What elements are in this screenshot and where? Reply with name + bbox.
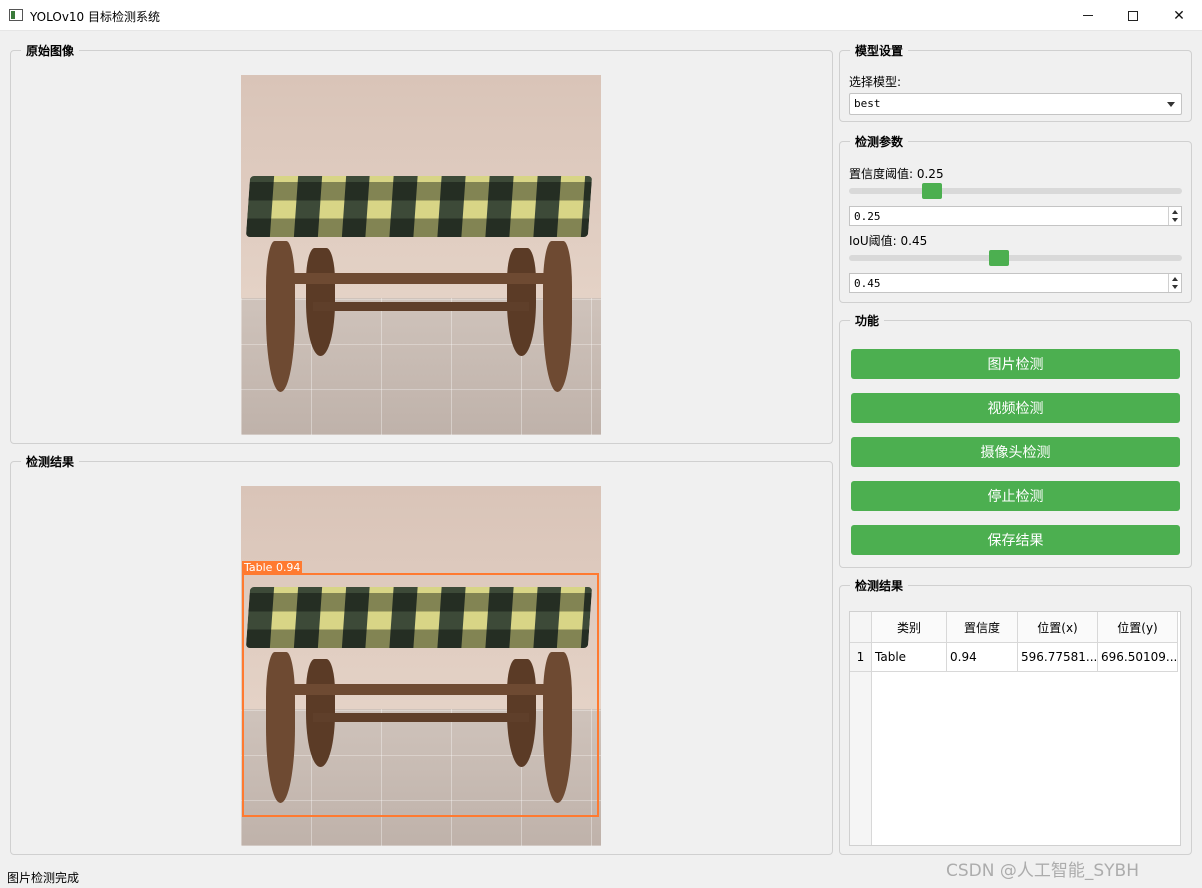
chevron-down-icon bbox=[1167, 102, 1175, 107]
results-title: 检测结果 bbox=[850, 577, 909, 594]
minimize-icon bbox=[1083, 15, 1093, 16]
maximize-button[interactable] bbox=[1110, 0, 1156, 31]
status-text: 图片检测完成 bbox=[7, 871, 80, 885]
table-cell-y[interactable]: 696.50109... bbox=[1098, 643, 1178, 672]
arrow-down-icon bbox=[1172, 285, 1178, 289]
confidence-label: 置信度阈值: 0.25 bbox=[849, 167, 944, 181]
watermark: CSDN @人工智能_SYBH bbox=[946, 861, 1139, 881]
result-image-title: 检测结果 bbox=[21, 453, 80, 470]
model-select-value: best bbox=[854, 97, 881, 110]
table-corner[interactable] bbox=[850, 612, 872, 643]
detect-params-title: 检测参数 bbox=[850, 133, 909, 150]
iou-value: 0.45 bbox=[854, 277, 881, 290]
iou-slider-handle[interactable] bbox=[988, 250, 1009, 266]
confidence-spinbox[interactable]: 0.25 bbox=[849, 206, 1182, 226]
model-settings-title: 模型设置 bbox=[850, 42, 909, 59]
iou-spinbox[interactable]: 0.45 bbox=[849, 273, 1182, 293]
original-image bbox=[241, 75, 601, 435]
table-cell-x[interactable]: 596.77581... bbox=[1018, 643, 1098, 672]
confidence-slider-handle[interactable] bbox=[922, 183, 943, 199]
result-image: Table 0.94 bbox=[241, 486, 601, 846]
arrow-down-icon bbox=[1172, 218, 1178, 222]
row-number[interactable]: 1 bbox=[850, 643, 872, 672]
original-image-title: 原始图像 bbox=[21, 42, 80, 59]
window-title: YOLOv10 目标检测系统 bbox=[30, 10, 161, 24]
app-icon bbox=[9, 9, 23, 21]
detection-box bbox=[242, 573, 599, 817]
close-icon: ✕ bbox=[1173, 7, 1185, 24]
arrow-up-icon bbox=[1172, 210, 1178, 214]
iou-stepper[interactable] bbox=[1168, 274, 1181, 292]
model-select[interactable]: best bbox=[849, 93, 1182, 115]
image-detect-button[interactable]: 图片检测 bbox=[851, 349, 1180, 379]
column-header-y[interactable]: 位置(y) bbox=[1098, 612, 1178, 643]
stop-detect-button[interactable]: 停止检测 bbox=[851, 481, 1180, 511]
functions-title: 功能 bbox=[850, 312, 885, 329]
table-cell-class[interactable]: Table bbox=[872, 643, 947, 672]
detection-label: Table 0.94 bbox=[242, 561, 303, 574]
model-select-label: 选择模型: bbox=[849, 75, 902, 89]
confidence-stepper[interactable] bbox=[1168, 207, 1181, 225]
results-table[interactable]: 类别 置信度 位置(x) 位置(y) 1 Table 0.94 596.7758… bbox=[849, 611, 1181, 846]
iou-slider[interactable] bbox=[849, 255, 1182, 261]
table-cell-confidence[interactable]: 0.94 bbox=[947, 643, 1018, 672]
title-bar: YOLOv10 目标检测系统 ✕ bbox=[0, 0, 1202, 31]
column-header-class[interactable]: 类别 bbox=[872, 612, 947, 643]
close-button[interactable]: ✕ bbox=[1156, 0, 1202, 31]
confidence-value: 0.25 bbox=[854, 210, 881, 223]
maximize-icon bbox=[1128, 10, 1138, 21]
iou-label: IoU阈值: 0.45 bbox=[849, 234, 928, 248]
column-header-x[interactable]: 位置(x) bbox=[1018, 612, 1098, 643]
video-detect-button[interactable]: 视频检测 bbox=[851, 393, 1180, 423]
column-header-confidence[interactable]: 置信度 bbox=[947, 612, 1018, 643]
save-results-button[interactable]: 保存结果 bbox=[851, 525, 1180, 555]
arrow-up-icon bbox=[1172, 277, 1178, 281]
minimize-button[interactable] bbox=[1065, 0, 1111, 31]
camera-detect-button[interactable]: 摄像头检测 bbox=[851, 437, 1180, 467]
row-header-column bbox=[850, 643, 872, 845]
confidence-slider[interactable] bbox=[849, 188, 1182, 194]
